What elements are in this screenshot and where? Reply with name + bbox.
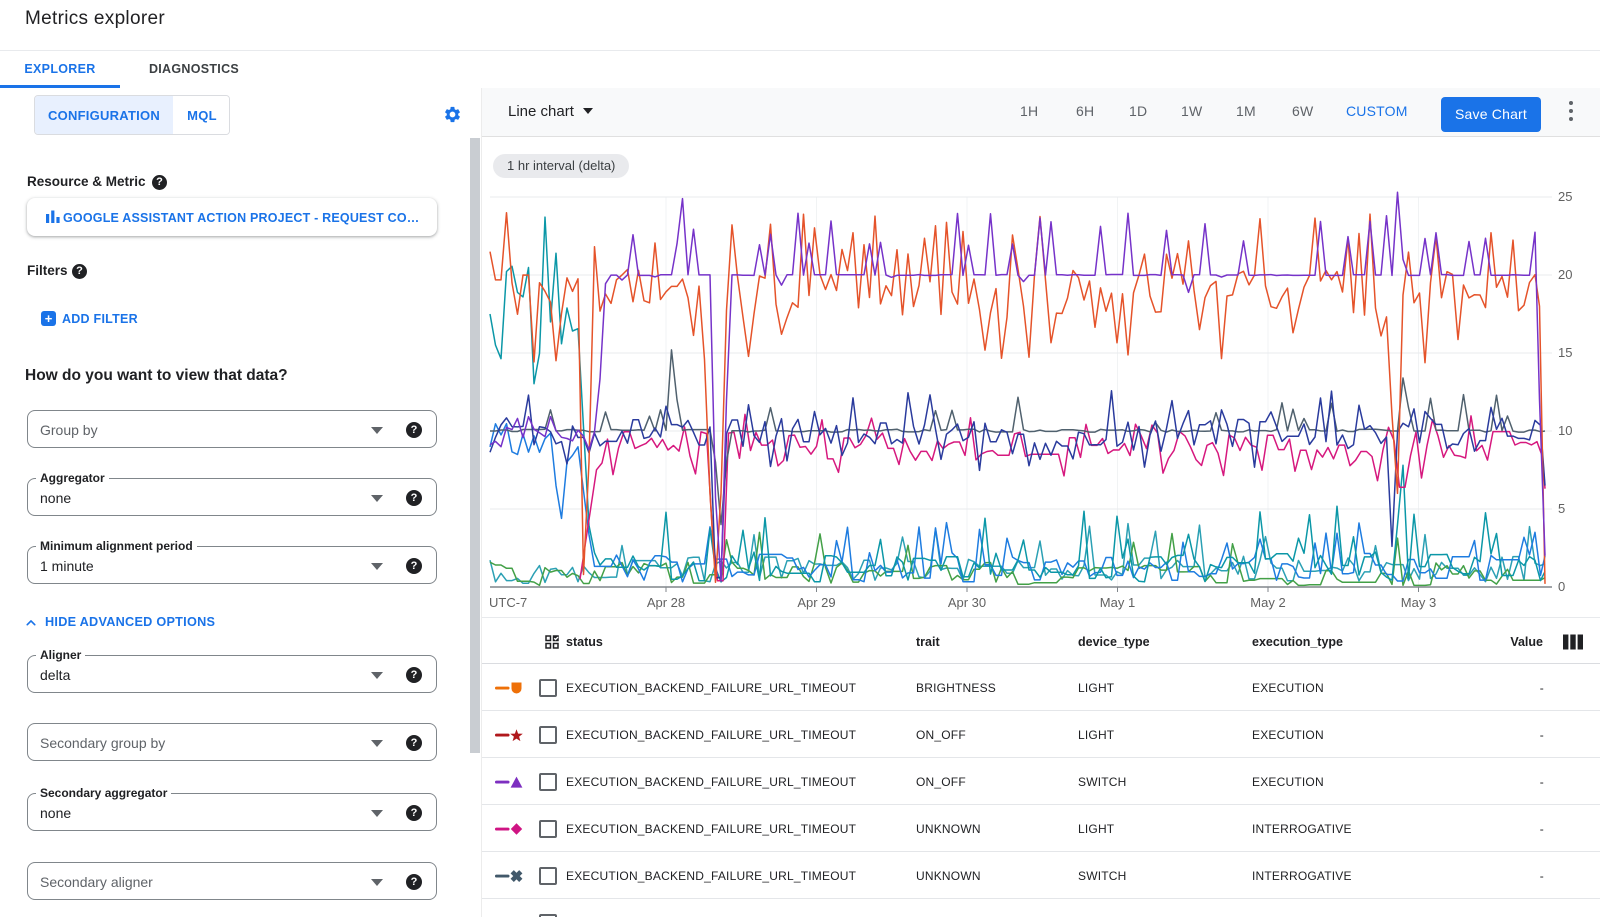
svg-text:15: 15 xyxy=(1558,345,1572,360)
svg-text:20: 20 xyxy=(1558,267,1572,282)
svg-text:0: 0 xyxy=(1558,579,1565,594)
svg-text:Apr 29: Apr 29 xyxy=(797,595,835,610)
svg-text:UTC-7: UTC-7 xyxy=(489,595,527,610)
svg-text:25: 25 xyxy=(1558,189,1572,204)
svg-text:10: 10 xyxy=(1558,423,1572,438)
svg-text:May 2: May 2 xyxy=(1250,595,1285,610)
svg-text:Apr 28: Apr 28 xyxy=(647,595,685,610)
svg-text:May 1: May 1 xyxy=(1100,595,1135,610)
svg-text:Apr 30: Apr 30 xyxy=(948,595,986,610)
svg-text:5: 5 xyxy=(1558,501,1565,516)
svg-text:May 3: May 3 xyxy=(1401,595,1436,610)
